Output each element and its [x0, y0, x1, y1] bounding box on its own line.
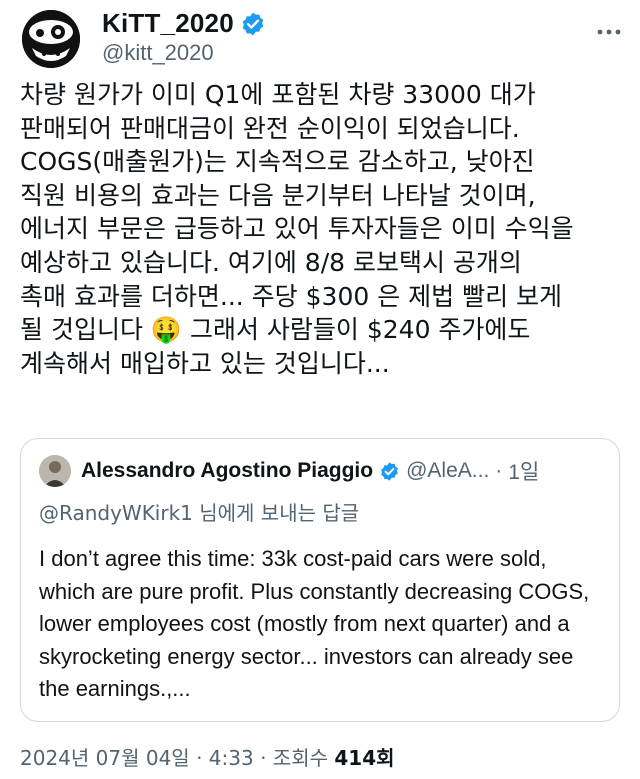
quoted-time: 1일 [508, 461, 540, 484]
quoted-separator: · [495, 459, 503, 482]
author-avatar[interactable] [22, 10, 80, 68]
quoted-author-handle: @AleA... [406, 459, 490, 482]
tweet-date: 2024년 07월 04일 [20, 746, 190, 770]
tweet-time: 4:33 [208, 746, 254, 770]
quoted-author-name: Alessandro Agostino Piaggio [81, 459, 374, 482]
tweet-body-text: 차량 원가가 이미 Q1에 포함된 차량 33000 대가 판매되어 판매대금이… [20, 80, 574, 378]
quoted-author-avatar [39, 455, 71, 487]
verified-badge-icon[interactable] [240, 11, 266, 37]
more-icon[interactable] [596, 22, 622, 35]
meta-separator-2: · [260, 746, 267, 770]
views-count[interactable]: 414회 [334, 746, 394, 770]
quoted-tweet-header: Alessandro Agostino Piaggio @AleA... · 1… [39, 455, 539, 487]
author-name-row: KiTT_2020 [102, 8, 266, 39]
quoted-tweet-card[interactable]: Alessandro Agostino Piaggio @AleA... · 1… [20, 438, 620, 722]
tweet-header: KiTT_2020 @kitt_2020 [22, 8, 622, 68]
quoted-tweet-text: I don’t agree this time: 33k cost-paid c… [39, 546, 590, 701]
tweet-meta: 2024년 07월 04일 · 4:33 · 조회수 414회 [20, 742, 395, 771]
author-handle[interactable]: @kitt_2020 [102, 40, 214, 66]
quoted-verified-badge-icon [379, 461, 400, 482]
author-display-name[interactable]: KiTT_2020 [102, 8, 234, 39]
meta-separator: · [196, 746, 203, 770]
quoted-reply-to: @RandyWKirk1 님에게 보내는 답글 [39, 501, 360, 525]
views-label: 조회수 [272, 746, 328, 770]
